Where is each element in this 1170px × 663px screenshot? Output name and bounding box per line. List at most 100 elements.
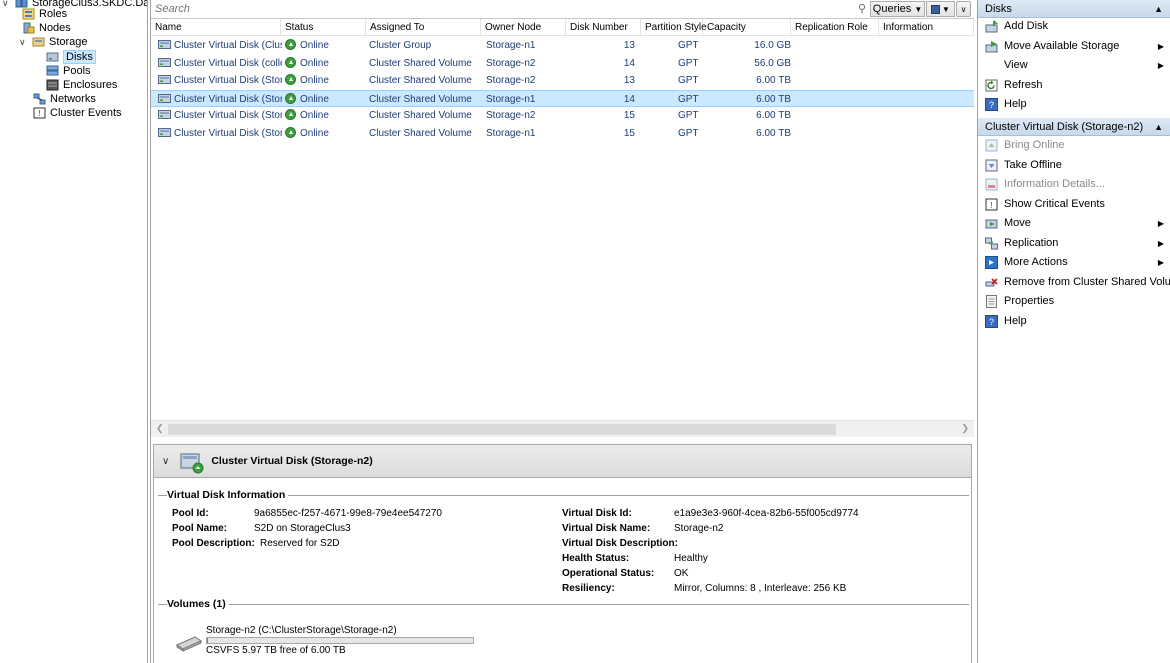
name-cell: Cluster Virtual Disk (Clust... xyxy=(158,37,282,54)
information-details-icon xyxy=(985,178,998,191)
action-replication[interactable]: Replication ▶ xyxy=(978,234,1170,253)
disks-actions-header[interactable]: Disks ▲ xyxy=(978,0,1170,18)
divider xyxy=(158,604,969,605)
virtual-disk-info-title: Virtual Disk Information xyxy=(167,489,289,501)
search-icon[interactable]: ⚲ xyxy=(858,2,870,16)
storage-icon xyxy=(32,37,45,47)
critical-events-icon: ! xyxy=(985,198,998,210)
tree-item-cluster-events[interactable]: ! Cluster Events xyxy=(33,106,122,120)
search-bar: ⚲ Queries ▼ ▼ ∨ xyxy=(151,0,974,19)
chevron-down-icon[interactable]: ∨ xyxy=(19,37,29,48)
action-help[interactable]: ? Help xyxy=(978,95,1170,114)
action-label: Bring Online xyxy=(1004,139,1065,151)
capacity-cell: 16.0 GB xyxy=(754,40,791,51)
tree-item-roles[interactable]: Roles xyxy=(22,7,67,21)
column-header[interactable]: Disk Number xyxy=(566,19,641,36)
action-label: Help xyxy=(1004,98,1027,110)
volume-path[interactable]: Storage-n2 (C:\ClusterStorage\Storage-n2… xyxy=(206,625,397,636)
column-header[interactable]: Information xyxy=(879,19,974,36)
column-header[interactable]: Assigned To xyxy=(366,19,481,36)
status-cell: Online xyxy=(285,72,365,89)
assigned-to-cell: Cluster Group xyxy=(369,40,432,51)
name-text: Cluster Virtual Disk (colle... xyxy=(174,57,282,69)
table-row[interactable]: Cluster Virtual Disk (colle... Online Clus… xyxy=(151,55,974,72)
help-icon: ? xyxy=(985,314,998,328)
action-move[interactable]: Move ▶ xyxy=(978,214,1170,233)
action-refresh[interactable]: Refresh xyxy=(978,76,1170,95)
action-information-details[interactable]: Information Details... xyxy=(978,175,1170,194)
collapse-detail-icon[interactable]: ∨ xyxy=(162,456,169,467)
name-text: Cluster Virtual Disk (Clust... xyxy=(174,40,282,51)
virtual-disk-icon xyxy=(158,57,171,67)
tree-item-networks[interactable]: Networks xyxy=(33,92,96,106)
action-bring-online[interactable]: Bring Online xyxy=(978,136,1170,155)
disk-header-label: Cluster Virtual Disk (Storage-n2) xyxy=(985,121,1144,133)
search-input[interactable] xyxy=(155,1,855,17)
action-properties[interactable]: Properties xyxy=(978,292,1170,311)
column-header[interactable]: Name xyxy=(151,19,281,36)
disk-number-cell: 15 xyxy=(623,127,635,139)
table-row[interactable]: Cluster Virtual Disk (Stor... Online Clust… xyxy=(151,89,974,107)
tree-item-label: Nodes xyxy=(39,22,71,34)
tree-item-pools[interactable]: Pools xyxy=(46,64,91,78)
column-header[interactable]: Partition Style xyxy=(641,19,707,36)
resiliency-label: Resiliency: xyxy=(562,583,615,594)
partition-style-cell: GPT xyxy=(678,110,699,121)
status-cell: Online xyxy=(285,125,365,142)
tree-item-enclosures[interactable]: Enclosures xyxy=(46,78,117,92)
action-show-critical-events[interactable]: ! Show Critical Events xyxy=(978,195,1170,214)
action-label: View xyxy=(1004,59,1028,71)
cluster-events-icon: ! xyxy=(33,107,46,119)
svg-text:!: ! xyxy=(990,201,992,210)
chevron-down-icon: ▼ xyxy=(914,4,923,14)
table-row[interactable]: Cluster Virtual Disk (Clust... Online Clus… xyxy=(151,37,974,54)
online-status-icon xyxy=(285,126,296,138)
tree-item-storage[interactable]: ∨ Storage xyxy=(19,35,88,49)
tree-item-label: Cluster Events xyxy=(50,107,122,119)
action-help[interactable]: ? Help xyxy=(978,312,1170,331)
action-more-actions[interactable]: More Actions ▶ xyxy=(978,253,1170,272)
action-take-offline[interactable]: Take Offline xyxy=(978,156,1170,175)
action-add-disk[interactable]: Add Disk xyxy=(978,17,1170,36)
owner-node-cell: Storage-n1 xyxy=(486,93,536,105)
pool-id-value: 9a6855ec-f257-4671-99e8-79e4ee547270 xyxy=(254,508,442,519)
action-view[interactable]: View ▶ xyxy=(978,56,1170,75)
name-text: Cluster Virtual Disk (Stor... xyxy=(174,127,282,139)
operational-status-value: OK xyxy=(674,568,689,579)
collapse-arrow-icon[interactable]: ▲ xyxy=(1154,0,1163,18)
tree-item-nodes[interactable]: Nodes xyxy=(22,21,71,35)
enclosures-icon xyxy=(46,79,59,91)
owner-node-cell: Storage-n1 xyxy=(486,40,536,51)
collapse-arrow-icon[interactable]: ▲ xyxy=(1154,118,1163,136)
tree-item-disks[interactable]: Disks xyxy=(46,50,96,64)
take-offline-icon xyxy=(985,159,998,171)
disk-number-cell: 13 xyxy=(623,75,635,86)
scroll-right-icon[interactable]: ❯ xyxy=(961,423,969,434)
action-move-available-storage[interactable]: Move Available Storage ▶ xyxy=(978,37,1170,56)
action-label: Refresh xyxy=(1004,78,1043,91)
health-status-value: Healthy xyxy=(674,553,708,564)
capacity-cell: 6.00 TB xyxy=(756,93,791,105)
disk-actions-header[interactable]: Cluster Virtual Disk (Storage-n2) ▲ xyxy=(978,118,1170,136)
tree-item-label: Disks xyxy=(63,50,96,64)
column-header[interactable]: Owner Node xyxy=(481,19,566,36)
table-row[interactable]: Cluster Virtual Disk (Stor... Online Clust… xyxy=(151,72,974,89)
chevron-down-icon[interactable]: ∨ xyxy=(2,0,12,9)
partition-style-cell: GPT xyxy=(678,93,699,105)
pool-name-label: Pool Name: xyxy=(172,523,228,534)
column-header[interactable]: Capacity xyxy=(703,19,791,36)
horizontal-scrollbar[interactable]: ❮ ❯ xyxy=(151,420,974,437)
scroll-left-icon[interactable]: ❮ xyxy=(156,423,164,434)
column-header[interactable]: Replication Role xyxy=(791,19,879,36)
save-query-button[interactable]: ▼ xyxy=(926,1,955,17)
virtual-disk-description-label: Virtual Disk Description: xyxy=(562,538,678,549)
action-remove-from-cluster-shared-volu[interactable]: Remove from Cluster Shared Volu... xyxy=(978,273,1170,292)
collapse-search-button[interactable]: ∨ xyxy=(956,1,971,17)
scrollbar-thumb[interactable] xyxy=(168,424,836,435)
table-row[interactable]: Cluster Virtual Disk (Stor... Online Clust… xyxy=(151,125,974,142)
table-row[interactable]: Cluster Virtual Disk (Stor... Online Clust… xyxy=(151,107,974,124)
virtual-disk-id-label: Virtual Disk Id: xyxy=(562,508,632,519)
partition-style-cell: GPT xyxy=(678,57,699,69)
queries-button[interactable]: Queries ▼ xyxy=(870,1,925,17)
column-header[interactable]: Status xyxy=(281,19,366,36)
